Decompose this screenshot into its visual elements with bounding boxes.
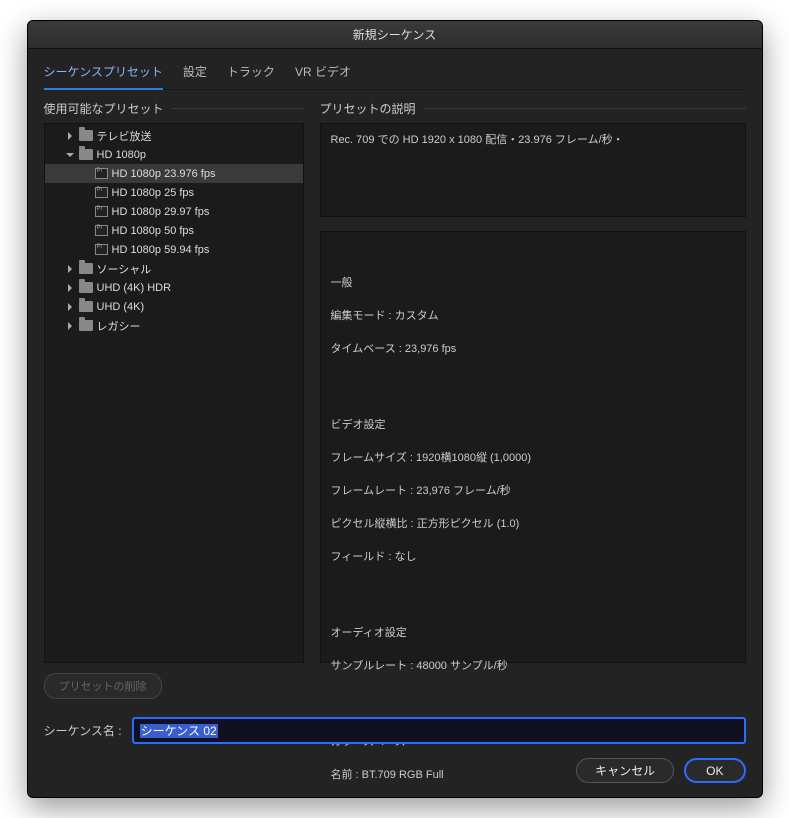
tree-label: HD 1080p 23.976 fps (112, 168, 216, 180)
folder-icon (79, 301, 93, 312)
details-edit-mode: 編集モード : カスタム (331, 308, 735, 325)
details-framerate: フレームレート : 23,976 フレーム/秒 (331, 483, 735, 500)
tree-label: UHD (4K) (97, 301, 145, 313)
tree-item-hd1080p-5994[interactable]: HD 1080p 59.94 fps (45, 240, 303, 259)
folder-icon (79, 320, 93, 331)
tab-tracks[interactable]: トラック (227, 59, 275, 89)
cancel-button[interactable]: キャンセル (576, 758, 674, 783)
chevron-right-icon (65, 321, 75, 331)
delete-preset-button[interactable]: プリセットの削除 (44, 673, 162, 699)
tree-item-social[interactable]: ソーシャル (45, 259, 303, 278)
preset-icon (95, 206, 108, 217)
tree-label: HD 1080p (97, 149, 147, 161)
sequence-name-label: シーケンス名 : (44, 722, 122, 739)
window-title: 新規シーケンス (353, 26, 436, 43)
tree-item-hd1080p-25[interactable]: HD 1080p 25 fps (45, 183, 303, 202)
tree-item-tv-broadcast[interactable]: テレビ放送 (45, 126, 303, 145)
details-pixel-aspect: ピクセル縦横比 : 正方形ピクセル (1.0) (331, 516, 735, 533)
preset-icon (95, 168, 108, 179)
tree-label: HD 1080p 25 fps (112, 187, 195, 199)
tab-bar: シーケンスプリセット 設定 トラック VR ビデオ (44, 59, 746, 90)
tree-label: HD 1080p 59.94 fps (112, 244, 210, 256)
preset-icon (95, 244, 108, 255)
folder-icon (79, 263, 93, 274)
preset-tree[interactable]: テレビ放送 HD 1080p HD 1080p 23.976 fps (44, 123, 304, 663)
details-video-header: ビデオ設定 (331, 417, 735, 434)
new-sequence-dialog: 新規シーケンス シーケンスプリセット 設定 トラック VR ビデオ 使用可能なプ… (27, 20, 763, 798)
tab-settings[interactable]: 設定 (183, 59, 207, 89)
ok-button[interactable]: OK (684, 758, 745, 783)
tree-item-legacy[interactable]: レガシー (45, 316, 303, 335)
available-presets-header: 使用可能なプリセット (44, 100, 304, 117)
details-fields: フィールド : なし (331, 549, 735, 566)
chevron-down-icon (65, 150, 75, 160)
tree-item-uhd4k[interactable]: UHD (4K) (45, 297, 303, 316)
tree-item-hd1080p-2997[interactable]: HD 1080p 29.97 fps (45, 202, 303, 221)
preset-icon (95, 187, 108, 198)
tree-item-uhd4k-hdr[interactable]: UHD (4K) HDR (45, 278, 303, 297)
tree-label: ソーシャル (97, 261, 152, 277)
folder-icon (79, 130, 93, 141)
preset-description-text: Rec. 709 での HD 1920 x 1080 配信・23.976 フレー… (331, 134, 624, 146)
preset-details-box: 一般 編集モード : カスタム タイムベース : 23,976 fps ビデオ設… (320, 231, 746, 663)
chevron-right-icon (65, 264, 75, 274)
details-timebase: タイムベース : 23,976 fps (331, 341, 735, 358)
title-bar: 新規シーケンス (28, 21, 762, 49)
tree-label: HD 1080p 50 fps (112, 225, 195, 237)
preset-icon (95, 225, 108, 236)
details-general-header: 一般 (331, 275, 735, 292)
sequence-name-value: シーケンス 02 (140, 724, 218, 738)
details-audio-header: オーディオ設定 (331, 625, 735, 642)
chevron-right-icon (65, 302, 75, 312)
tab-vr-video[interactable]: VR ビデオ (295, 59, 351, 89)
tree-label: HD 1080p 29.97 fps (112, 206, 210, 218)
tree-label: レガシー (97, 318, 141, 334)
tree-item-hd1080p-50[interactable]: HD 1080p 50 fps (45, 221, 303, 240)
sequence-name-input[interactable]: シーケンス 02 (132, 717, 746, 744)
tree-label: テレビ放送 (97, 128, 152, 144)
folder-icon (79, 149, 93, 160)
details-framesize: フレームサイズ : 1920横1080縦 (1,0000) (331, 450, 735, 467)
tab-sequence-presets[interactable]: シーケンスプリセット (44, 59, 163, 90)
preset-description-box: Rec. 709 での HD 1920 x 1080 配信・23.976 フレー… (320, 123, 746, 217)
chevron-right-icon (65, 131, 75, 141)
chevron-right-icon (65, 283, 75, 293)
preset-description-header: プリセットの説明 (320, 100, 746, 117)
details-samplerate: サンプルレート : 48000 サンプル/秒 (331, 658, 735, 675)
tree-item-hd-1080p[interactable]: HD 1080p (45, 145, 303, 164)
tree-item-hd1080p-23976[interactable]: HD 1080p 23.976 fps (45, 164, 303, 183)
tree-label: UHD (4K) HDR (97, 282, 172, 294)
folder-icon (79, 282, 93, 293)
